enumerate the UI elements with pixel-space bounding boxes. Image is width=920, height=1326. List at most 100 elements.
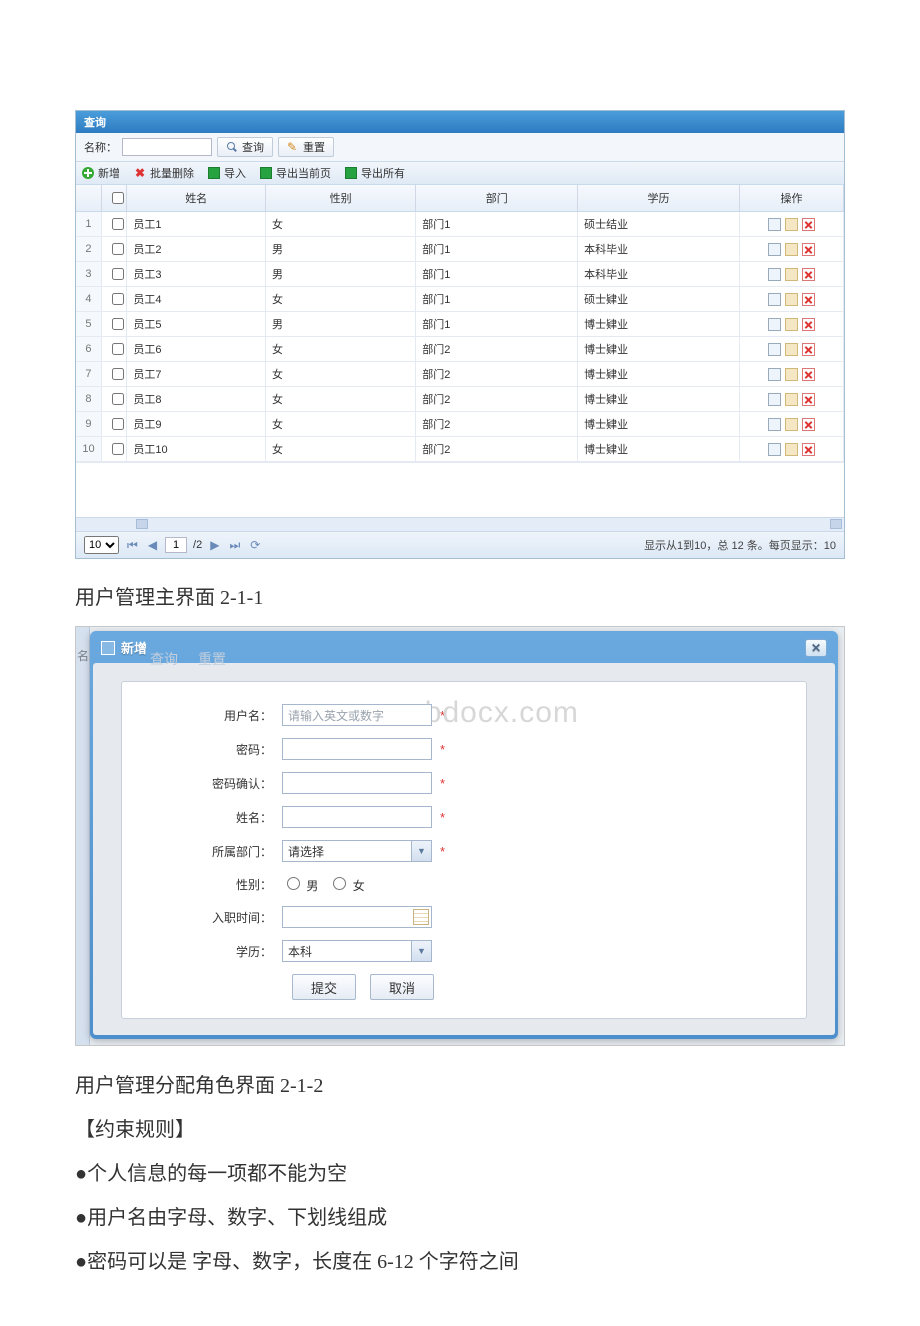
reset-button[interactable]: ✎ 重置	[278, 137, 334, 157]
edit-icon[interactable]	[785, 418, 798, 431]
grid-toolbar: 新增 ✖ 批量删除 导入 导出当前页 导出所有	[76, 162, 844, 185]
scroll-left-icon[interactable]	[136, 519, 148, 529]
col-edu[interactable]: 学历	[578, 185, 740, 212]
delete-icon[interactable]	[802, 393, 815, 406]
edit-icon[interactable]	[785, 368, 798, 381]
edit-icon[interactable]	[785, 293, 798, 306]
user-grid: 姓名 性别 部门 学历 操作 1员工1女部门1硕士结业2员工2男部门1本科毕业3…	[76, 185, 844, 462]
label-username: 用户名：	[172, 707, 282, 724]
edit-icon[interactable]	[785, 343, 798, 356]
cancel-button[interactable]: 取消	[370, 974, 434, 1000]
view-icon[interactable]	[768, 268, 781, 281]
col-gender[interactable]: 性别	[266, 185, 416, 212]
chevron-down-icon[interactable]: ▼	[411, 841, 431, 861]
label-realname: 姓名：	[172, 809, 282, 826]
export-all-button[interactable]: 导出所有	[345, 165, 405, 181]
confirm-field[interactable]	[282, 772, 432, 794]
gender-female[interactable]: 女	[328, 874, 364, 894]
view-icon[interactable]	[768, 368, 781, 381]
view-icon[interactable]	[768, 243, 781, 256]
dept-select[interactable]	[282, 840, 432, 862]
table-row: 4员工4女部门1硕士肄业	[76, 287, 844, 312]
cell-edu: 博士肄业	[578, 337, 740, 362]
import-button[interactable]: 导入	[208, 165, 246, 181]
row-checkbox[interactable]	[112, 243, 124, 255]
col-dept[interactable]: 部门	[416, 185, 578, 212]
username-field[interactable]	[282, 704, 432, 726]
horizontal-scrollbar[interactable]	[76, 517, 844, 531]
edit-icon[interactable]	[785, 243, 798, 256]
delete-icon[interactable]	[802, 418, 815, 431]
view-icon[interactable]	[768, 443, 781, 456]
row-checkbox[interactable]	[112, 293, 124, 305]
row-checkbox[interactable]	[112, 318, 124, 330]
batch-delete-button[interactable]: ✖ 批量删除	[134, 165, 194, 181]
edit-icon[interactable]	[785, 318, 798, 331]
view-icon[interactable]	[768, 418, 781, 431]
reset-icon: ✎	[287, 141, 299, 153]
row-checkbox[interactable]	[112, 368, 124, 380]
edu-select[interactable]	[282, 940, 432, 962]
page-input[interactable]	[165, 537, 187, 553]
delete-icon[interactable]	[802, 368, 815, 381]
delete-icon[interactable]	[802, 318, 815, 331]
gender-male[interactable]: 男	[282, 874, 318, 894]
delete-icon[interactable]	[802, 293, 815, 306]
page-size-select[interactable]: 10	[84, 536, 119, 554]
close-button[interactable]: ✕	[805, 639, 827, 657]
delete-icon[interactable]	[802, 218, 815, 231]
edit-icon[interactable]	[785, 268, 798, 281]
row-checkbox[interactable]	[112, 343, 124, 355]
row-checkbox[interactable]	[112, 418, 124, 430]
required-mark: *	[440, 844, 445, 859]
calendar-icon[interactable]	[413, 909, 429, 925]
view-icon[interactable]	[768, 393, 781, 406]
row-checkbox[interactable]	[112, 443, 124, 455]
edit-icon[interactable]	[785, 443, 798, 456]
cell-gender: 女	[266, 412, 416, 437]
cell-dept: 部门2	[416, 387, 578, 412]
row-number: 7	[76, 362, 101, 387]
cell-name: 员工10	[127, 437, 266, 462]
scroll-right-icon[interactable]	[830, 519, 842, 529]
row-checkbox[interactable]	[112, 218, 124, 230]
view-icon[interactable]	[768, 218, 781, 231]
delete-icon[interactable]	[802, 343, 815, 356]
realname-field[interactable]	[282, 806, 432, 828]
view-icon[interactable]	[768, 343, 781, 356]
row-checkbox[interactable]	[112, 393, 124, 405]
cell-gender: 女	[266, 287, 416, 312]
chevron-down-icon[interactable]: ▼	[411, 941, 431, 961]
table-row: 6员工6女部门2博士肄业	[76, 337, 844, 362]
last-page-button[interactable]: ⏭	[227, 538, 242, 553]
delete-icon[interactable]	[802, 443, 815, 456]
label-dept: 所属部门：	[172, 843, 282, 860]
add-icon	[82, 167, 94, 179]
row-checkbox[interactable]	[112, 268, 124, 280]
col-name[interactable]: 姓名	[127, 185, 266, 212]
delete-icon[interactable]	[802, 268, 815, 281]
label-confirm: 密码确认：	[172, 775, 282, 792]
col-rownum	[76, 185, 101, 212]
password-field[interactable]	[282, 738, 432, 760]
row-number: 6	[76, 337, 101, 362]
prev-page-button[interactable]: ◀	[146, 538, 159, 552]
table-row: 8员工8女部门2博士肄业	[76, 387, 844, 412]
select-all-checkbox[interactable]	[112, 192, 124, 204]
search-button[interactable]: 查询	[217, 137, 273, 157]
cell-dept: 部门1	[416, 287, 578, 312]
cell-gender: 女	[266, 337, 416, 362]
first-page-button[interactable]: ⏮	[125, 538, 140, 553]
view-icon[interactable]	[768, 293, 781, 306]
edit-icon[interactable]	[785, 393, 798, 406]
refresh-button[interactable]: ⟳	[248, 539, 262, 551]
add-button[interactable]: 新增	[82, 165, 120, 181]
view-icon[interactable]	[768, 318, 781, 331]
submit-button[interactable]: 提交	[292, 974, 356, 1000]
name-input[interactable]	[122, 138, 212, 156]
delete-icon[interactable]	[802, 243, 815, 256]
next-page-button[interactable]: ▶	[208, 538, 221, 552]
hire-date-field[interactable]	[282, 906, 432, 928]
edit-icon[interactable]	[785, 218, 798, 231]
export-page-button[interactable]: 导出当前页	[260, 165, 331, 181]
